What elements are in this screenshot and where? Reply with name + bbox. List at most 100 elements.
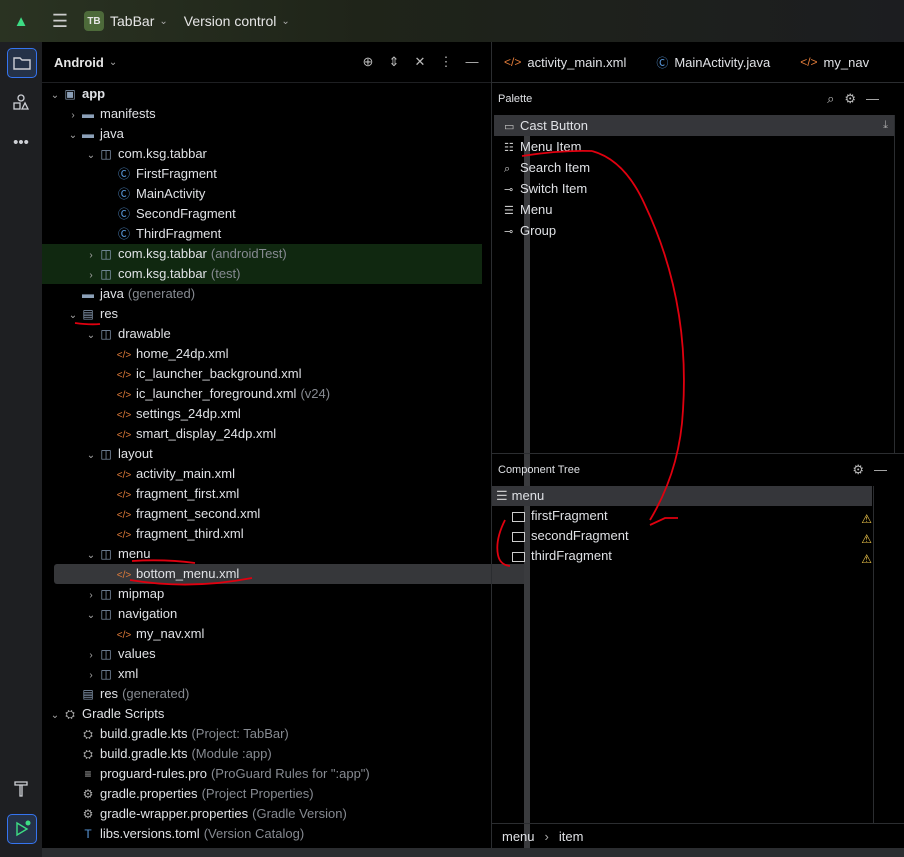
tree-item[interactable]: ⌄ ◫ layout	[42, 444, 482, 464]
collapse-all-icon[interactable]: ✕	[411, 54, 429, 70]
expand-all-icon[interactable]: ⇕	[385, 54, 403, 70]
tree-item[interactable]: ⚙ gradle.properties (Project Properties)	[42, 784, 482, 804]
chevron-down-icon[interactable]: ⌄	[84, 606, 98, 626]
chevron-right-icon[interactable]: ›	[84, 646, 98, 666]
tree-item[interactable]: ⌄ ◫ menu	[42, 544, 482, 564]
chevron-down-icon[interactable]: ⌄	[66, 306, 80, 326]
chevron-down-icon[interactable]: ⌄	[109, 57, 117, 68]
breadcrumb-item[interactable]: item	[559, 829, 584, 844]
gear-icon[interactable]: ⚙	[852, 462, 864, 478]
breadcrumb-menu[interactable]: menu	[502, 829, 535, 844]
chevron-down-icon[interactable]: ⌄	[281, 16, 289, 27]
tree-item[interactable]: Ⓒ MainActivity	[42, 184, 482, 204]
chevron-right-icon[interactable]: ›	[84, 666, 98, 686]
tree-item[interactable]: ▤ res (generated)	[42, 684, 482, 704]
resource-manager-icon[interactable]	[7, 88, 35, 116]
tree-item[interactable]: ⌄ ▤ res	[42, 304, 482, 324]
tree-item[interactable]: </> ic_launcher_foreground.xml (v24)	[42, 384, 482, 404]
tree-item[interactable]: ⛭ build.gradle.kts (Project: TabBar)	[42, 724, 482, 744]
tree-item[interactable]: › ◫ com.ksg.tabbar (androidTest)	[42, 244, 482, 264]
chevron-down-icon[interactable]: ⌄	[48, 86, 62, 106]
locate-file-icon[interactable]: ⊕	[359, 54, 377, 70]
chevron-down-icon[interactable]: ⌄	[159, 16, 167, 27]
tree-item[interactable]: </> smart_display_24dp.xml	[42, 424, 482, 444]
tree-item[interactable]: </> fragment_first.xml	[42, 484, 482, 504]
editor-tab[interactable]: Ⓒ MainActivity.java	[656, 54, 770, 71]
palette-item[interactable]: ⊸ Switch Item	[494, 178, 894, 199]
tree-item[interactable]: Ⓒ SecondFragment	[42, 204, 482, 224]
tree-item[interactable]: </> bottom_menu.xml	[54, 564, 527, 584]
chevron-right-icon[interactable]: ›	[66, 106, 80, 126]
menu-item-icon	[512, 511, 525, 522]
tree-item[interactable]: </> home_24dp.xml	[42, 344, 482, 364]
tree-item[interactable]: ⌄ ◫ navigation	[42, 604, 482, 624]
chevron-right-icon[interactable]: ›	[84, 246, 98, 266]
chevron-down-icon[interactable]: ⌄	[48, 706, 62, 726]
tree-item[interactable]: ⛭ build.gradle.kts (Module :app)	[42, 744, 482, 764]
tree-item[interactable]: ⌄ ▬ java	[42, 124, 482, 144]
tree-item[interactable]: › ◫ values	[42, 644, 482, 664]
palette-item[interactable]: ☷ Menu Item	[494, 136, 894, 157]
tree-item[interactable]: ⌄ ◫ com.ksg.tabbar	[42, 144, 482, 164]
menu-icon: ☰	[504, 205, 514, 217]
tree-item[interactable]: </> settings_24dp.xml	[42, 404, 482, 424]
gear-icon[interactable]: ⚙	[844, 91, 856, 107]
tree-item[interactable]: </> my_nav.xml	[42, 624, 482, 644]
minimize-icon[interactable]: —	[866, 91, 879, 107]
tree-item[interactable]: › ◫ xml	[42, 664, 482, 684]
tree-item[interactable]: › ▬ manifests	[42, 104, 482, 124]
search-icon[interactable]: ⌕	[827, 91, 834, 107]
download-icon[interactable]: ⤓	[883, 115, 888, 136]
chevron-right-icon[interactable]: ›	[84, 266, 98, 286]
chevron-down-icon[interactable]: ⌄	[66, 126, 80, 146]
tree-item[interactable]: ⚙ gradle-wrapper.properties (Gradle Versio…	[42, 804, 482, 824]
tree-item[interactable]: Tlibs.versions.toml (Version Catalog)	[42, 824, 482, 844]
version-control-dropdown[interactable]: Version control	[184, 13, 277, 29]
palette-item[interactable]: ⊸ Group	[494, 220, 894, 241]
tree-item[interactable]: › ◫ com.ksg.tabbar (test)	[42, 264, 482, 284]
minimize-icon[interactable]: —	[874, 462, 887, 478]
editor-tab[interactable]: </> my_nav	[800, 55, 869, 70]
tree-item[interactable]: ⌄ ◫ drawable	[42, 324, 482, 344]
horizontal-scrollbar[interactable]	[42, 848, 904, 857]
tree-item[interactable]: ≡ proguard-rules.pro (ProGuard Rules for "…	[42, 764, 482, 784]
tree-item[interactable]: ▬ java (generated)	[42, 284, 482, 304]
xml-file-icon: </>	[116, 510, 132, 521]
tree-item[interactable]: ⌄ ⛭ Gradle Scripts	[42, 704, 482, 724]
palette-item[interactable]: ⌕ Search Item	[494, 157, 894, 178]
tree-item[interactable]: </> fragment_third.xml	[42, 524, 482, 544]
editor-tab[interactable]: </> activity_main.xml	[504, 55, 626, 70]
component-tree-item[interactable]: thirdFragment ⚠	[492, 546, 872, 566]
build-hammer-icon[interactable]	[7, 774, 35, 802]
tree-item[interactable]: </> activity_main.xml	[42, 464, 482, 484]
project-name-dropdown[interactable]: TabBar	[110, 13, 154, 29]
main-menu-icon[interactable]: ☰	[42, 11, 78, 32]
more-tools-icon[interactable]: •••	[7, 128, 35, 156]
component-tree-root[interactable]: ☰ menu	[492, 486, 872, 506]
options-menu-icon[interactable]: ⋮	[437, 54, 455, 70]
tree-item-suffix: (ProGuard Rules for ":app")	[210, 766, 370, 781]
run-icon[interactable]	[7, 814, 37, 844]
xml-file-icon: </>	[116, 370, 132, 381]
component-tree-item[interactable]: secondFragment ⚠	[492, 526, 872, 546]
tree-item[interactable]: ⌄ ▣ app	[42, 84, 482, 104]
tree-item[interactable]: </> ic_launcher_background.xml	[42, 364, 482, 384]
project-view-dropdown[interactable]: Android	[54, 55, 104, 70]
chevron-down-icon[interactable]: ⌄	[84, 326, 98, 346]
chevron-down-icon[interactable]: ⌄	[84, 546, 98, 566]
tree-item[interactable]: Ⓒ FirstFragment	[42, 164, 482, 184]
tree-item-label: gradle-wrapper.properties	[100, 806, 249, 821]
minimize-icon[interactable]: —	[463, 54, 481, 70]
folder-icon: ▬	[82, 287, 94, 301]
chevron-down-icon[interactable]: ⌄	[84, 146, 98, 166]
warning-icon[interactable]: ⚠	[861, 549, 872, 569]
tree-item[interactable]: Ⓒ ThirdFragment	[42, 224, 482, 244]
palette-item[interactable]: ▭ Cast Button ⤓	[494, 115, 894, 136]
chevron-right-icon[interactable]: ›	[84, 586, 98, 606]
tree-item[interactable]: </> fragment_second.xml	[42, 504, 482, 524]
palette-item[interactable]: ☰ Menu	[494, 199, 894, 220]
project-folder-icon[interactable]	[7, 48, 37, 78]
chevron-down-icon[interactable]: ⌄	[84, 446, 98, 466]
component-tree-item[interactable]: firstFragment ⚠	[492, 506, 872, 526]
tree-item[interactable]: › ◫ mipmap	[42, 584, 482, 604]
